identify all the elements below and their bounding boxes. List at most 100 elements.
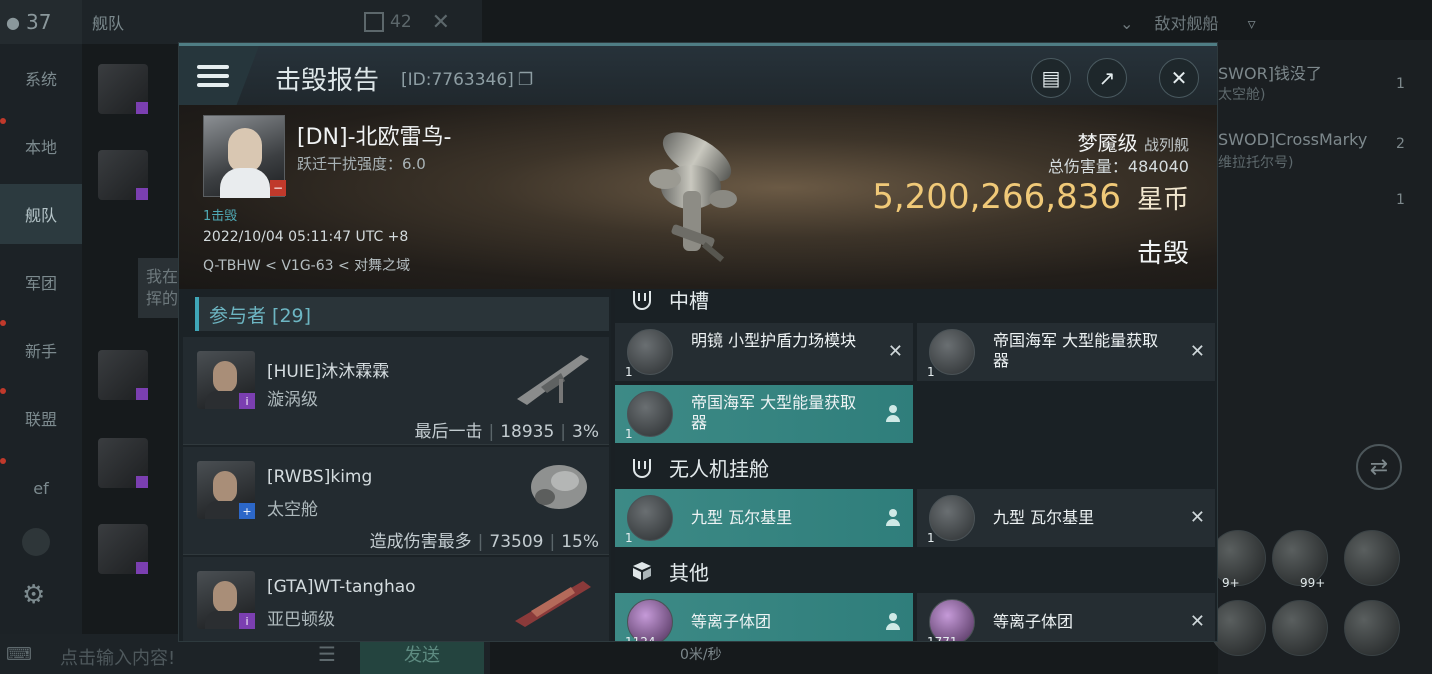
- swap-icon[interactable]: ⇄: [1356, 444, 1402, 490]
- chat-avatar[interactable]: [98, 64, 148, 114]
- module-item[interactable]: 1 帝国海军 大型能量获取器 ✕: [917, 323, 1215, 381]
- clipboard-button[interactable]: ▤: [1031, 58, 1071, 98]
- isk-amount: 5,200,266,836: [872, 177, 1121, 217]
- victim-ship-type[interactable]: 梦魇级 战列舰: [1078, 127, 1189, 156]
- participant-name: [HUIE]沐沐霖霖: [267, 362, 390, 382]
- sidebar-item-alliance[interactable]: 联盟: [0, 388, 82, 448]
- sidebar-label: 本地: [24, 138, 57, 157]
- energy-nosferatu-icon: [627, 391, 673, 437]
- chevron-down-icon: ⌄: [1120, 14, 1134, 33]
- chat-avatar[interactable]: [98, 524, 148, 574]
- participant-row[interactable]: + [RWBS]kimg 太空舱 造成伤害最多 | 73509 | 15%: [183, 447, 609, 555]
- module-slot[interactable]: [1344, 530, 1400, 586]
- chat-line: 维拉托尔号): [1218, 155, 1294, 171]
- portrait-face: [213, 471, 237, 503]
- module-item[interactable]: 1771 等离子体团 ✕: [917, 593, 1215, 642]
- ship-name: 梦魇级: [1077, 131, 1138, 155]
- close-icon: ✕: [1170, 66, 1188, 90]
- participant-stats: 造成伤害最多 | 73509 | 15%: [369, 532, 599, 552]
- destroyed-x-icon: ✕: [1189, 611, 1205, 632]
- kill-location[interactable]: Q-TBHW < V1G-63 < 对舞之域: [203, 255, 410, 275]
- participants-header[interactable]: 参与者 [29]: [195, 297, 609, 331]
- participant-row[interactable]: i [GTA]WT-tanghao 亚巴顿级: [183, 557, 609, 641]
- module-item[interactable]: 1 九型 瓦尔基里: [615, 489, 913, 547]
- page-title: 击毁报告: [275, 66, 380, 96]
- report-id[interactable]: [ID:7763346] ❐: [401, 70, 533, 90]
- corp-badge-icon: i: [239, 393, 255, 409]
- victim-name[interactable]: [DN]-北欧雷鸟-: [297, 119, 451, 151]
- module-qty: 1124: [625, 635, 656, 642]
- module-qty: 1: [625, 365, 633, 379]
- channel-sidebar: ● 37 系统 本地 舰队 军团 新手 联盟 ef ⚙: [0, 0, 82, 674]
- total-damage: 总伤害量：484040: [1047, 157, 1189, 176]
- person-icon: ●: [6, 12, 20, 32]
- avatar[interactable]: i: [197, 351, 255, 409]
- victim-portrait[interactable]: −: [203, 115, 286, 198]
- list-icon[interactable]: ☰: [318, 642, 336, 666]
- sidebar-item-system[interactable]: 系统: [0, 48, 82, 108]
- voice-icon[interactable]: [22, 528, 50, 556]
- section-title: 无人机挂舱: [669, 456, 769, 481]
- victim-banner: − [DN]-北欧雷鸟- 跃迁干扰强度：6.0 1击毁 2022/10/04 0…: [179, 105, 1217, 289]
- speed-readout: 0米/秒: [680, 647, 722, 663]
- chat-tab-label[interactable]: 舰队: [92, 10, 124, 34]
- participant-stats: 最后一击 | 18935 | 3%: [414, 422, 599, 442]
- module-qty: 1: [927, 365, 935, 379]
- module-item[interactable]: 1 九型 瓦尔基里 ✕: [917, 489, 1215, 547]
- enemy-filter[interactable]: ⌄ 敌对舰船 ▿: [1120, 10, 1256, 34]
- portrait-face: [213, 581, 237, 613]
- report-id-value: [ID:7763346]: [401, 70, 514, 90]
- cargo-box-icon: [629, 558, 655, 584]
- chat-input[interactable]: 点击输入内容!: [60, 644, 175, 670]
- module-item[interactable]: 1 帝国海军 大型能量获取器: [615, 385, 913, 443]
- hamburger-icon: [197, 60, 229, 92]
- chat-text: 挥的: [146, 289, 179, 308]
- menu-button[interactable]: [179, 46, 259, 105]
- filter-icon[interactable]: ▿: [1248, 14, 1256, 33]
- module-slot[interactable]: [1272, 600, 1328, 656]
- module-slot[interactable]: [1344, 600, 1400, 656]
- copy-icon[interactable]: ❐: [518, 70, 533, 90]
- sidebar-item-corp[interactable]: 军团: [0, 252, 82, 312]
- sidebar-item-rookie[interactable]: 新手: [0, 320, 82, 380]
- share-button[interactable]: ↗: [1087, 58, 1127, 98]
- sidebar-item-ef[interactable]: ef: [0, 458, 82, 518]
- notes-count: 42: [390, 12, 412, 32]
- module-item[interactable]: 1124 等离子体团: [615, 593, 913, 642]
- module-qty: 1771: [927, 635, 958, 642]
- close-icon[interactable]: ✕: [432, 10, 450, 35]
- module-qty: 99+: [1300, 576, 1326, 590]
- energy-nosferatu-icon: [929, 329, 975, 375]
- module-label: 明镜 小型护盾力场模块: [691, 331, 857, 350]
- gear-icon[interactable]: ⚙: [22, 580, 45, 610]
- section-title: 其他: [669, 560, 709, 585]
- corp-badge-icon: i: [239, 613, 255, 629]
- kill-count: 1击毁: [203, 209, 238, 224]
- module-label: 等离子体团: [993, 612, 1074, 631]
- sidebar-item-fleet[interactable]: 舰队: [0, 184, 82, 244]
- sidebar-item-local[interactable]: 本地: [0, 116, 82, 176]
- keyboard-icon[interactable]: ⌨: [6, 644, 32, 665]
- chat-avatar[interactable]: [98, 438, 148, 488]
- avatar[interactable]: +: [197, 461, 255, 519]
- chat-avatar[interactable]: [98, 350, 148, 400]
- capsule-ship-icon: [531, 465, 587, 509]
- sidebar-label: 舰队: [24, 206, 57, 225]
- unread-dot: [0, 320, 6, 326]
- participant-row[interactable]: i [HUIE]沐沐霖霖 漩涡级 最后一击 | 18935 | 3%: [183, 337, 609, 445]
- avatar[interactable]: i: [197, 571, 255, 629]
- participant-ship: 漩涡级: [267, 390, 318, 410]
- portrait-face: [213, 361, 237, 393]
- notes-icon[interactable]: [364, 12, 385, 32]
- section-other: 其他: [615, 553, 1217, 589]
- sidebar-label: 军团: [24, 274, 57, 293]
- destroyed-x-icon: ✕: [887, 341, 903, 362]
- section-mid-slots: 中槽: [615, 281, 1217, 317]
- module-item[interactable]: 1 明镜 小型护盾力场模块 ✕: [615, 323, 913, 381]
- chat-line: SWOR]钱没了: [1218, 64, 1322, 83]
- mid-slot-icon: [629, 286, 655, 312]
- chat-avatar[interactable]: [98, 150, 148, 200]
- module-slot[interactable]: [1210, 600, 1266, 656]
- close-button[interactable]: ✕: [1159, 58, 1199, 98]
- ship-class: 战列舰: [1143, 136, 1189, 154]
